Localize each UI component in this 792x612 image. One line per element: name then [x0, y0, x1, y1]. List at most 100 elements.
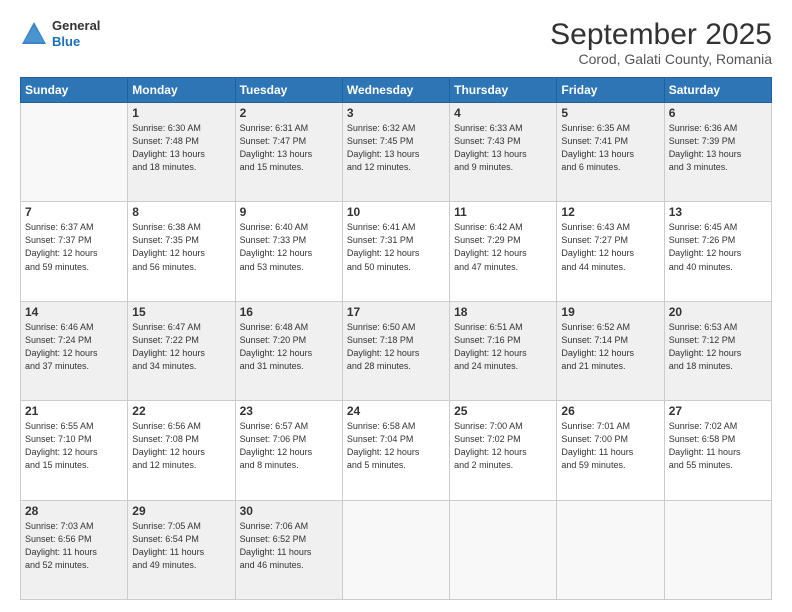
day-info: Sunrise: 6:33 AMSunset: 7:43 PMDaylight:…	[454, 122, 552, 174]
day-number: 3	[347, 106, 445, 120]
calendar-week-row: 28 Sunrise: 7:03 AMSunset: 6:56 PMDayligh…	[21, 500, 772, 599]
table-row: 22Sunrise: 6:56 AMSunset: 7:08 PMDayligh…	[128, 401, 235, 500]
table-row: 21 Sunrise: 6:55 AMSunset: 7:10 PMDayligh…	[21, 401, 128, 500]
table-row: 27 Sunrise: 7:02 AMSunset: 6:58 PMDayligh…	[664, 401, 771, 500]
col-wednesday: Wednesday	[342, 78, 449, 103]
col-sunday: Sunday	[21, 78, 128, 103]
day-info: Sunrise: 6:47 AMSunset: 7:22 PMDaylight:…	[132, 321, 230, 373]
logo-icon	[20, 20, 48, 48]
table-row: 24 Sunrise: 6:58 AMSunset: 7:04 PMDayligh…	[342, 401, 449, 500]
day-info: Sunrise: 6:40 AMSunset: 7:33 PMDaylight:…	[240, 221, 338, 273]
day-info: Sunrise: 6:43 AMSunset: 7:27 PMDaylight:…	[561, 221, 659, 273]
day-number: 14	[25, 305, 123, 319]
col-thursday: Thursday	[450, 78, 557, 103]
table-row: 12Sunrise: 6:43 AMSunset: 7:27 PMDayligh…	[557, 202, 664, 301]
day-info: Sunrise: 7:00 AMSunset: 7:02 PMDaylight:…	[454, 420, 552, 472]
day-number: 21	[25, 404, 123, 418]
day-info: Sunrise: 6:41 AMSunset: 7:31 PMDaylight:…	[347, 221, 445, 273]
table-row: 6 Sunrise: 6:36 AMSunset: 7:39 PMDaylight…	[664, 103, 771, 202]
calendar-week-row: 7 Sunrise: 6:37 AMSunset: 7:37 PMDaylight…	[21, 202, 772, 301]
table-row: 4 Sunrise: 6:33 AMSunset: 7:43 PMDaylight…	[450, 103, 557, 202]
logo-blue: Blue	[52, 34, 100, 50]
day-info: Sunrise: 6:45 AMSunset: 7:26 PMDaylight:…	[669, 221, 767, 273]
calendar-week-row: 21 Sunrise: 6:55 AMSunset: 7:10 PMDayligh…	[21, 401, 772, 500]
table-row: 7 Sunrise: 6:37 AMSunset: 7:37 PMDaylight…	[21, 202, 128, 301]
day-number: 5	[561, 106, 659, 120]
day-info: Sunrise: 6:52 AMSunset: 7:14 PMDaylight:…	[561, 321, 659, 373]
day-info: Sunrise: 7:06 AMSunset: 6:52 PMDaylight:…	[240, 520, 338, 572]
day-info: Sunrise: 6:35 AMSunset: 7:41 PMDaylight:…	[561, 122, 659, 174]
day-number: 10	[347, 205, 445, 219]
calendar-header-row: Sunday Monday Tuesday Wednesday Thursday…	[21, 78, 772, 103]
table-row: 14Sunrise: 6:46 AMSunset: 7:24 PMDayligh…	[21, 301, 128, 400]
table-row: 30 Sunrise: 7:06 AMSunset: 6:52 PMDayligh…	[235, 500, 342, 599]
day-number: 6	[669, 106, 767, 120]
day-info: Sunrise: 6:31 AMSunset: 7:47 PMDaylight:…	[240, 122, 338, 174]
day-number: 20	[669, 305, 767, 319]
day-info: Sunrise: 6:36 AMSunset: 7:39 PMDaylight:…	[669, 122, 767, 174]
calendar-week-row: 14Sunrise: 6:46 AMSunset: 7:24 PMDayligh…	[21, 301, 772, 400]
day-info: Sunrise: 6:50 AMSunset: 7:18 PMDaylight:…	[347, 321, 445, 373]
table-row: 10 Sunrise: 6:41 AMSunset: 7:31 PMDayligh…	[342, 202, 449, 301]
day-number: 2	[240, 106, 338, 120]
logo: General Blue	[20, 18, 100, 49]
day-info: Sunrise: 6:37 AMSunset: 7:37 PMDaylight:…	[25, 221, 123, 273]
title-block: September 2025 Corod, Galati County, Rom…	[550, 18, 772, 67]
table-row: 15 Sunrise: 6:47 AMSunset: 7:22 PMDayligh…	[128, 301, 235, 400]
day-number: 26	[561, 404, 659, 418]
day-info: Sunrise: 6:38 AMSunset: 7:35 PMDaylight:…	[132, 221, 230, 273]
logo-text: General Blue	[52, 18, 100, 49]
table-row: 2 Sunrise: 6:31 AMSunset: 7:47 PMDaylight…	[235, 103, 342, 202]
location-subtitle: Corod, Galati County, Romania	[550, 51, 772, 67]
day-number: 8	[132, 205, 230, 219]
table-row: 17 Sunrise: 6:50 AMSunset: 7:18 PMDayligh…	[342, 301, 449, 400]
calendar-week-row: 1 Sunrise: 6:30 AMSunset: 7:48 PMDaylight…	[21, 103, 772, 202]
day-number: 29	[132, 504, 230, 518]
table-row: 25 Sunrise: 7:00 AMSunset: 7:02 PMDayligh…	[450, 401, 557, 500]
day-info: Sunrise: 6:57 AMSunset: 7:06 PMDaylight:…	[240, 420, 338, 472]
day-number: 27	[669, 404, 767, 418]
day-number: 22	[132, 404, 230, 418]
day-info: Sunrise: 7:05 AMSunset: 6:54 PMDaylight:…	[132, 520, 230, 572]
day-number: 23	[240, 404, 338, 418]
col-friday: Friday	[557, 78, 664, 103]
day-number: 1	[132, 106, 230, 120]
table-row: 1 Sunrise: 6:30 AMSunset: 7:48 PMDaylight…	[128, 103, 235, 202]
day-info: Sunrise: 6:48 AMSunset: 7:20 PMDaylight:…	[240, 321, 338, 373]
day-number: 7	[25, 205, 123, 219]
day-info: Sunrise: 6:32 AMSunset: 7:45 PMDaylight:…	[347, 122, 445, 174]
day-info: Sunrise: 6:55 AMSunset: 7:10 PMDaylight:…	[25, 420, 123, 472]
table-row: 29 Sunrise: 7:05 AMSunset: 6:54 PMDayligh…	[128, 500, 235, 599]
day-info: Sunrise: 6:30 AMSunset: 7:48 PMDaylight:…	[132, 122, 230, 174]
day-info: Sunrise: 6:53 AMSunset: 7:12 PMDaylight:…	[669, 321, 767, 373]
day-number: 28	[25, 504, 123, 518]
day-number: 24	[347, 404, 445, 418]
table-row	[664, 500, 771, 599]
day-info: Sunrise: 7:01 AMSunset: 7:00 PMDaylight:…	[561, 420, 659, 472]
header: General Blue September 2025 Corod, Galat…	[20, 18, 772, 67]
day-info: Sunrise: 6:58 AMSunset: 7:04 PMDaylight:…	[347, 420, 445, 472]
day-number: 19	[561, 305, 659, 319]
day-number: 30	[240, 504, 338, 518]
table-row: 26 Sunrise: 7:01 AMSunset: 7:00 PMDayligh…	[557, 401, 664, 500]
table-row	[21, 103, 128, 202]
day-number: 11	[454, 205, 552, 219]
day-number: 4	[454, 106, 552, 120]
table-row: 28 Sunrise: 7:03 AMSunset: 6:56 PMDayligh…	[21, 500, 128, 599]
day-info: Sunrise: 7:03 AMSunset: 6:56 PMDaylight:…	[25, 520, 123, 572]
day-number: 25	[454, 404, 552, 418]
logo-general: General	[52, 18, 100, 34]
day-number: 16	[240, 305, 338, 319]
day-info: Sunrise: 6:42 AMSunset: 7:29 PMDaylight:…	[454, 221, 552, 273]
day-number: 17	[347, 305, 445, 319]
day-number: 18	[454, 305, 552, 319]
table-row: 20 Sunrise: 6:53 AMSunset: 7:12 PMDayligh…	[664, 301, 771, 400]
day-number: 13	[669, 205, 767, 219]
col-tuesday: Tuesday	[235, 78, 342, 103]
table-row: 8 Sunrise: 6:38 AMSunset: 7:35 PMDaylight…	[128, 202, 235, 301]
day-info: Sunrise: 7:02 AMSunset: 6:58 PMDaylight:…	[669, 420, 767, 472]
day-number: 15	[132, 305, 230, 319]
calendar-table: Sunday Monday Tuesday Wednesday Thursday…	[20, 77, 772, 600]
day-number: 9	[240, 205, 338, 219]
table-row: 16 Sunrise: 6:48 AMSunset: 7:20 PMDayligh…	[235, 301, 342, 400]
